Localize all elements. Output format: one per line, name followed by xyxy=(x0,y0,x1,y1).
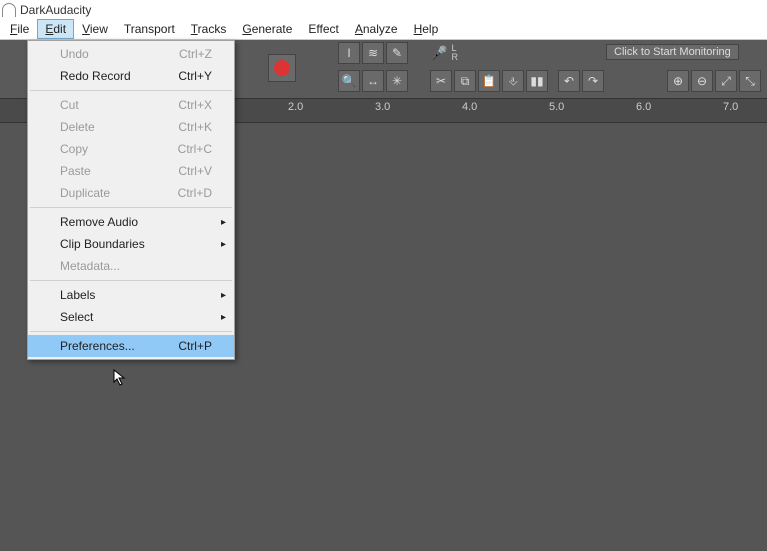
menu-item-undo[interactable]: UndoCtrl+Z xyxy=(28,43,234,65)
menu-item-delete[interactable]: DeleteCtrl+K xyxy=(28,116,234,138)
paste-icon: 📋 xyxy=(482,74,497,88)
menu-separator xyxy=(30,331,232,332)
menu-item-cut[interactable]: CutCtrl+X xyxy=(28,94,234,116)
menu-bar: File Edit View Transport Tracks Generate… xyxy=(0,19,767,40)
menu-analyze[interactable]: Analyze xyxy=(347,19,406,39)
redo-icon: ↷ xyxy=(588,74,598,88)
undo-button[interactable]: ↶ xyxy=(558,70,580,92)
menu-item-preferences[interactable]: Preferences...Ctrl+P xyxy=(28,335,234,357)
zoom-out-button[interactable]: ⊖ xyxy=(691,70,713,92)
zoom-tool[interactable]: 🔍 xyxy=(338,70,360,92)
redo-button[interactable]: ↷ xyxy=(582,70,604,92)
tick-5: 5.0 xyxy=(549,101,564,113)
tick-3: 3.0 xyxy=(375,101,390,113)
menu-item-paste[interactable]: PasteCtrl+V xyxy=(28,160,234,182)
menu-separator xyxy=(30,280,232,281)
title-bar: DarkAudacity xyxy=(0,0,767,19)
edit-dropdown: UndoCtrl+Z Redo RecordCtrl+Y CutCtrl+X D… xyxy=(27,40,235,360)
menu-item-clip-boundaries[interactable]: Clip Boundaries▸ xyxy=(28,233,234,255)
timeshift-icon: ↔ xyxy=(367,74,379,88)
menu-help[interactable]: Help xyxy=(406,19,447,39)
menu-edit[interactable]: Edit xyxy=(37,19,74,39)
zoom-sel-button[interactable]: ⤡ xyxy=(739,70,761,92)
chevron-right-icon: ▸ xyxy=(221,290,226,301)
menu-tracks[interactable]: Tracks xyxy=(183,19,235,39)
menu-item-metadata[interactable]: Metadata... xyxy=(28,255,234,277)
trim-icon: ⎀ xyxy=(508,74,518,89)
timeshift-tool[interactable]: ↔ xyxy=(362,70,384,92)
zoom-out-icon: ⊖ xyxy=(697,74,707,88)
menu-separator xyxy=(30,90,232,91)
menu-file[interactable]: File xyxy=(2,19,37,39)
app-icon xyxy=(2,3,16,17)
zoom-fit-icon: ⤢ xyxy=(721,74,731,89)
zoom-in-button[interactable]: ⊕ xyxy=(667,70,689,92)
chevron-right-icon: ▸ xyxy=(221,312,226,323)
cut-button[interactable]: ✂ xyxy=(430,70,452,92)
draw-tool[interactable]: ✎ xyxy=(386,42,408,64)
tick-4: 4.0 xyxy=(462,101,477,113)
menu-item-copy[interactable]: CopyCtrl+C xyxy=(28,138,234,160)
menu-view[interactable]: View xyxy=(74,19,116,39)
trim-button[interactable]: ⎀ xyxy=(502,70,524,92)
mic-icon[interactable]: 🎤 xyxy=(430,45,447,62)
silence-icon: ▮▮ xyxy=(530,74,543,88)
copy-icon: ⧉ xyxy=(461,74,470,89)
zoom-fit-button[interactable]: ⤢ xyxy=(715,70,737,92)
envelope-tool[interactable]: ≋ xyxy=(362,42,384,64)
zoom-sel-icon: ⤡ xyxy=(745,74,755,89)
zoom-in-icon: ⊕ xyxy=(673,74,683,88)
menu-transport[interactable]: Transport xyxy=(116,19,183,39)
menu-effect[interactable]: Effect xyxy=(300,19,346,39)
tick-2: 2.0 xyxy=(288,101,303,113)
app-title: DarkAudacity xyxy=(20,3,91,17)
scissors-icon: ✂ xyxy=(436,74,446,88)
magnifier-icon: 🔍 xyxy=(342,74,357,88)
silence-button[interactable]: ▮▮ xyxy=(526,70,548,92)
menu-item-redo[interactable]: Redo RecordCtrl+Y xyxy=(28,65,234,87)
multi-icon: ✳ xyxy=(392,74,402,88)
undo-icon: ↶ xyxy=(564,74,574,88)
menu-separator xyxy=(30,207,232,208)
tick-6: 6.0 xyxy=(636,101,651,113)
pencil-icon: ✎ xyxy=(392,46,402,60)
ibeam-icon: I xyxy=(347,46,350,60)
copy-button[interactable]: ⧉ xyxy=(454,70,476,92)
tick-7: 7.0 xyxy=(723,101,738,113)
menu-generate[interactable]: Generate xyxy=(234,19,300,39)
start-monitoring-button[interactable]: Click to Start Monitoring xyxy=(606,44,739,60)
menu-item-remove-audio[interactable]: Remove Audio▸ xyxy=(28,211,234,233)
envelope-icon: ≋ xyxy=(368,46,378,60)
menu-item-select[interactable]: Select▸ xyxy=(28,306,234,328)
selection-tool[interactable]: I xyxy=(338,42,360,64)
meter-r-label: R xyxy=(451,53,458,62)
chevron-right-icon: ▸ xyxy=(221,217,226,228)
mic-meter: 🎤 L R xyxy=(430,44,458,62)
menu-item-labels[interactable]: Labels▸ xyxy=(28,284,234,306)
menu-item-duplicate[interactable]: DuplicateCtrl+D xyxy=(28,182,234,204)
chevron-right-icon: ▸ xyxy=(221,239,226,250)
multi-tool[interactable]: ✳ xyxy=(386,70,408,92)
paste-button[interactable]: 📋 xyxy=(478,70,500,92)
